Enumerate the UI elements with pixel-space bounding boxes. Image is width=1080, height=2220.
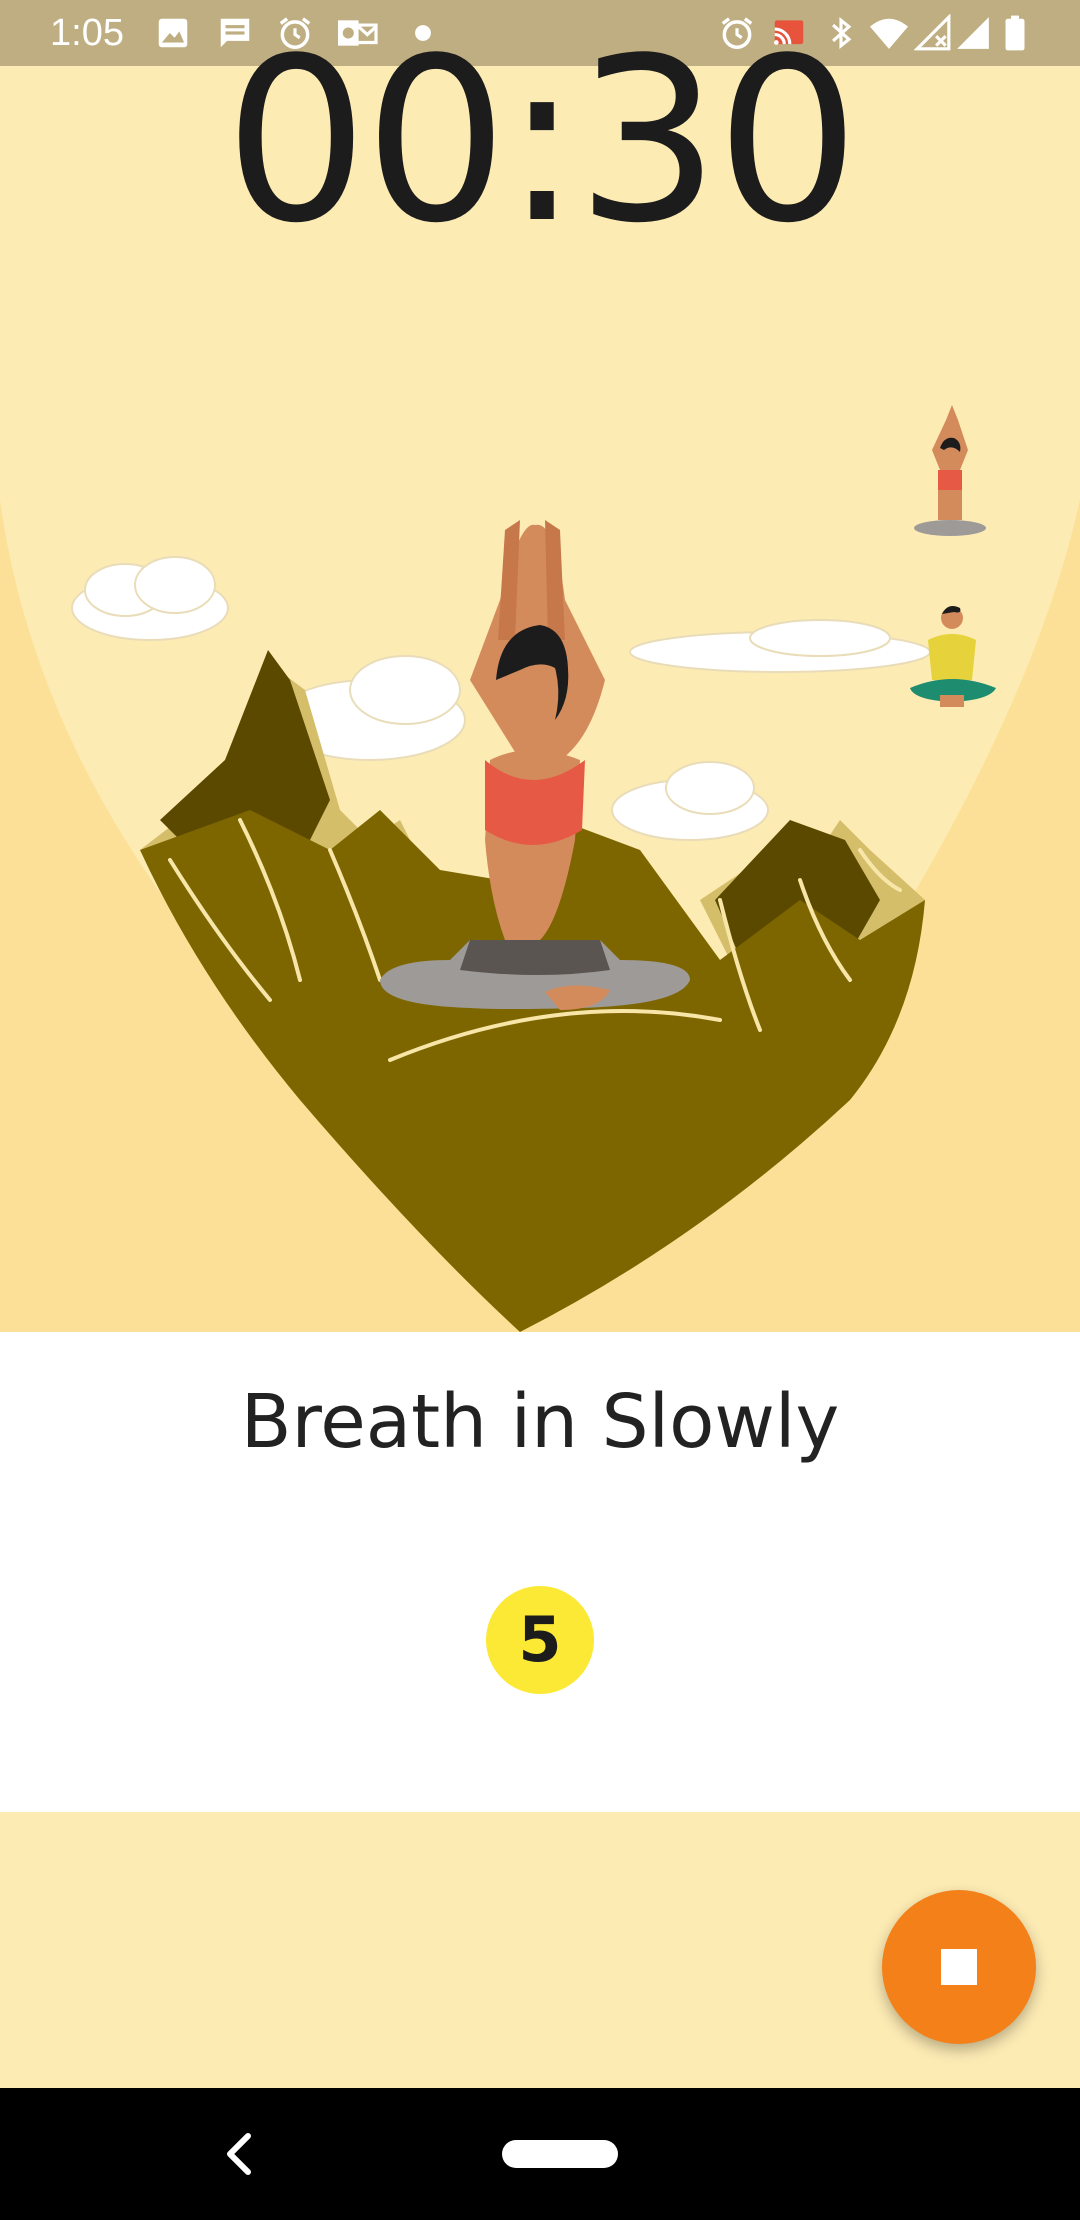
home-pill[interactable] [502, 2140, 618, 2168]
screen: 1:05 00:30 Breath in Slowly 5 [0, 0, 1080, 2220]
instruction-panel: Breath in Slowly 5 [0, 1332, 1080, 1812]
meditation-illustration [0, 405, 1080, 1332]
small-yoga-figure [914, 405, 986, 536]
instruction-text: Breath in Slowly [240, 1379, 840, 1465]
timer-display: 00:30 [224, 10, 859, 273]
navigation-bar [0, 2088, 1080, 2220]
count-badge: 5 [486, 1586, 594, 1694]
stop-icon [941, 1949, 977, 1985]
stop-button[interactable] [882, 1890, 1036, 2044]
back-icon[interactable] [218, 2128, 262, 2180]
